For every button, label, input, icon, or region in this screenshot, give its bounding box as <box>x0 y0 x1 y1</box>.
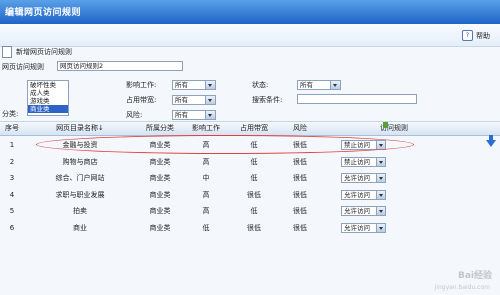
col-header-impact[interactable]: 影响工作 <box>184 122 228 135</box>
cell-category: 商业类 <box>149 207 171 215</box>
access-rule-value: 允许访问 <box>344 223 370 232</box>
chevron-down-icon <box>330 81 340 89</box>
access-rule-value: 允许访问 <box>344 190 370 199</box>
cell-category: 商业类 <box>149 223 171 232</box>
cell-risk: 很低 <box>293 190 307 199</box>
cell-bandwidth: 低 <box>250 174 258 182</box>
watermark-url: jingyan.baidu.com <box>434 284 490 291</box>
cell-risk: 很低 <box>293 174 307 182</box>
table-row[interactable]: 3 综合、门户网站 商业类 中 低 很低 允许访问 <box>0 170 500 187</box>
category-option[interactable]: 破坏性类 <box>28 81 68 89</box>
col-header-name[interactable]: 网页目录名称↓ <box>24 122 136 135</box>
table-row[interactable]: 6 商业 商业类 低 很低 很低 允许访问 <box>0 220 500 237</box>
rule-name-label: 网页访问规则 <box>2 63 44 71</box>
cell-category: 商业类 <box>149 157 171 166</box>
access-rule-select[interactable]: 允许访问 <box>341 189 386 200</box>
cell-name: 商业 <box>73 223 87 232</box>
status-label: 状态: <box>252 81 269 89</box>
table-header: 序号 网页目录名称↓ 所属分类 影响工作 占用带宽 风险 访问规则 <box>0 121 500 136</box>
cell-bandwidth: 低 <box>250 157 258 166</box>
cell-name: 综合、门户网站 <box>55 174 105 182</box>
cell-impact: 高 <box>202 157 210 166</box>
impact-label: 影响工作: <box>126 81 157 89</box>
document-icon <box>2 46 12 58</box>
category-label: 分类: <box>2 110 19 118</box>
cell-no: 5 <box>9 207 15 215</box>
col-header-no[interactable]: 序号 <box>0 122 24 135</box>
cell-category: 商业类 <box>149 174 171 182</box>
cell-risk: 很低 <box>293 207 307 215</box>
impact-select[interactable]: 所有 <box>172 80 216 90</box>
window-title: 编辑网页访问规则 <box>5 8 82 18</box>
cell-impact: 低 <box>202 223 210 232</box>
col-header-risk[interactable]: 风险 <box>280 122 320 135</box>
bandwidth-select-value: 所有 <box>175 96 188 104</box>
access-rule-select[interactable]: 允许访问 <box>341 206 386 216</box>
cell-name: 购物与商店 <box>62 157 98 166</box>
new-rule-label: 新增网页访问规则 <box>16 48 72 56</box>
cell-impact: 中 <box>202 174 210 182</box>
risk-select[interactable]: 所有 <box>172 110 216 120</box>
cell-risk: 很低 <box>293 223 307 232</box>
arrow-down-icon[interactable] <box>486 135 496 147</box>
access-rule-value: 允许访问 <box>344 207 370 215</box>
watermark-logo: Bai经验 <box>457 271 492 281</box>
cell-bandwidth: 很低 <box>247 190 261 199</box>
chevron-down-icon <box>376 190 385 199</box>
chevron-down-icon <box>376 157 385 166</box>
cell-category: 商业类 <box>149 190 171 199</box>
chevron-down-icon <box>376 207 385 215</box>
cell-name: 求职与职业发展 <box>55 190 105 199</box>
status-select-value: 所有 <box>300 81 313 89</box>
toolbar: ? 帮助 <box>0 24 500 47</box>
chevron-down-icon <box>376 174 385 182</box>
chevron-down-icon <box>376 223 385 232</box>
category-option[interactable]: 游戏类 <box>28 97 68 105</box>
chevron-down-icon <box>205 111 215 119</box>
help-button[interactable]: ? 帮助 <box>462 30 490 41</box>
highlight-ellipse <box>36 135 414 154</box>
table-row[interactable]: 4 求职与职业发展 商业类 高 很低 很低 允许访问 <box>0 187 500 204</box>
col-header-bandwidth[interactable]: 占用带宽 <box>228 122 280 135</box>
bandwidth-label: 占用带宽: <box>126 96 157 104</box>
access-rule-value: 允许访问 <box>344 174 370 182</box>
category-listbox[interactable]: 破坏性类 成人类 游戏类 商业类 <box>27 80 69 116</box>
cell-impact: 高 <box>202 190 210 199</box>
access-rule-value: 禁止访问 <box>344 157 370 166</box>
cell-bandwidth: 很低 <box>247 223 261 232</box>
new-rule-button[interactable]: 新增网页访问规则 <box>2 46 72 58</box>
chevron-down-icon <box>205 81 215 89</box>
edit-icon <box>383 122 388 128</box>
chevron-down-icon <box>205 96 215 104</box>
cell-no: 2 <box>9 157 15 166</box>
access-rule-select[interactable]: 允许访问 <box>341 173 386 183</box>
col-header-category[interactable]: 所属分类 <box>136 122 184 135</box>
risk-label: 风险: <box>126 111 143 119</box>
search-input[interactable] <box>297 94 417 104</box>
cell-name: 拍卖 <box>73 207 87 215</box>
table-row[interactable]: 2 购物与商店 商业类 高 低 很低 禁止访问 <box>0 154 500 171</box>
impact-select-value: 所有 <box>175 81 188 89</box>
cell-no: 3 <box>9 174 15 182</box>
cell-bandwidth: 低 <box>250 207 258 215</box>
help-icon: ? <box>462 30 473 41</box>
category-option-selected[interactable]: 商业类 <box>28 105 68 113</box>
cell-impact: 高 <box>202 207 210 215</box>
title-bar: 编辑网页访问规则 <box>0 0 500 24</box>
bandwidth-select[interactable]: 所有 <box>172 95 216 105</box>
search-label: 搜索条件: <box>252 96 283 104</box>
cell-no: 4 <box>9 190 15 199</box>
table-row[interactable]: 5 拍卖 商业类 高 低 很低 允许访问 <box>0 203 500 220</box>
risk-select-value: 所有 <box>175 111 188 119</box>
status-select[interactable]: 所有 <box>297 80 341 90</box>
cell-no: 6 <box>9 223 15 232</box>
help-label: 帮助 <box>476 31 490 40</box>
cell-no: 1 <box>9 141 15 149</box>
access-rule-select[interactable]: 允许访问 <box>341 222 386 233</box>
rule-name-input[interactable]: 网页访问规则2 <box>57 61 183 71</box>
cell-risk: 很低 <box>293 157 307 166</box>
category-option[interactable]: 成人类 <box>28 89 68 97</box>
access-rule-select[interactable]: 禁止访问 <box>341 156 386 167</box>
